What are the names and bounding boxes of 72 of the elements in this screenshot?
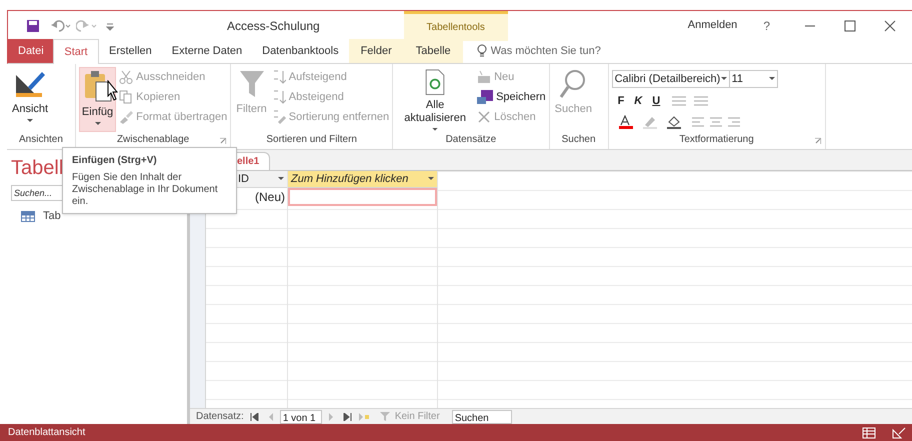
funnel-icon: [238, 69, 265, 99]
undo-icon[interactable]: [50, 18, 72, 32]
contextual-tab-group-label: Tabellentools: [404, 10, 508, 40]
tooltip-title: Einfügen (Strg+V): [72, 154, 158, 168]
ribbon-tab[interactable]: Felder: [348, 39, 404, 63]
clipboard-icon: [82, 70, 113, 102]
ribbon-tab[interactable]: Datei: [8, 39, 53, 63]
scissors-icon: [119, 70, 134, 84]
ribbon-group-label: Datensätze: [446, 133, 496, 147]
sort-descending-icon: [272, 90, 286, 104]
dropdown-caret-icon: [278, 177, 284, 181]
ribbon-group-label: Zwischenablage: [116, 133, 190, 147]
ribbon-tab[interactable]: Erstellen: [99, 39, 162, 63]
dialog-launcher-icon[interactable]: [220, 138, 226, 144]
ribbon-group-label: Sortieren und Filtern: [266, 133, 357, 147]
italic-button[interactable]: K: [634, 93, 642, 110]
dropdown-caret-icon: [428, 177, 434, 181]
bold-button[interactable]: F: [618, 93, 624, 110]
large-button[interactable]: Alle aktualisieren: [396, 67, 474, 132]
ruler-pencil-icon: [14, 69, 46, 99]
ribbon-group-label: Ansichten: [19, 133, 63, 147]
datasheet-view-icon[interactable]: [862, 426, 876, 438]
delete-x-icon: [477, 110, 492, 124]
ribbon-group-label: Suchen: [562, 133, 596, 147]
ribbon-tab[interactable]: Datenbanktools: [252, 39, 349, 63]
magnifier-icon: [559, 69, 588, 99]
refresh-document-icon: [423, 69, 448, 96]
record-label: Datensatz:: [196, 410, 244, 424]
status-text: Datenblattansicht: [8, 426, 86, 440]
tell-me-field[interactable]: Was möchten Sie tun?: [490, 42, 651, 60]
design-view-icon[interactable]: [892, 426, 906, 438]
ribbon-tab[interactable]: Tabelle: [404, 39, 463, 63]
large-button[interactable]: Einfüg: [78, 67, 116, 132]
dropdown-caret-icon: [768, 77, 775, 81]
font-size-field[interactable]: 11: [730, 70, 778, 88]
pane-title: Tabell: [11, 156, 64, 180]
lightbulb-icon: [476, 44, 487, 58]
copy-icon: [119, 90, 134, 104]
close-icon[interactable]: [884, 20, 896, 32]
table-icon: [21, 210, 35, 222]
fill-color-icon[interactable]: [666, 114, 682, 128]
large-button[interactable]: Ansicht: [10, 67, 50, 132]
font-name-field[interactable]: Calibri (Detailbereich): [612, 70, 730, 88]
record-position-field[interactable]: 1 von 1: [280, 410, 322, 424]
redo-icon[interactable]: [76, 18, 98, 32]
window-title: Access-Schulung: [227, 18, 320, 34]
help-button[interactable]: ?: [763, 16, 770, 34]
filter-off-icon: [380, 412, 392, 422]
ribbon-tab[interactable]: Externe Daten: [162, 39, 252, 63]
new-record-field[interactable]: [288, 188, 437, 206]
sort-ascending-icon: [272, 70, 286, 84]
indent-icons[interactable]: [670, 95, 710, 108]
new-record-icon: [477, 70, 492, 84]
maximize-icon[interactable]: [844, 20, 856, 32]
ribbon-tab[interactable]: Start: [53, 39, 99, 64]
column-header[interactable]: Zum Hinzufügen klicken: [288, 171, 437, 188]
dropdown-caret-icon: [720, 77, 727, 81]
align-icons[interactable]: [690, 116, 740, 128]
brush-icon: [119, 110, 134, 124]
sort-clear-icon: [272, 110, 286, 124]
save-icon[interactable]: [26, 18, 40, 32]
record-search-field[interactable]: Suchen: [452, 410, 512, 424]
dialog-launcher-icon[interactable]: [814, 138, 821, 144]
ribbon-group-label: Textformatierung: [679, 133, 754, 147]
sign-in-link[interactable]: Anmelden: [688, 17, 738, 34]
highlight-icon[interactable]: [642, 114, 658, 128]
ribbon-command[interactable]: Speichern: [477, 89, 546, 105]
customize-menu-icon[interactable]: [106, 20, 114, 30]
document-tab[interactable]: elle1: [234, 152, 270, 170]
save-icon: [477, 90, 494, 104]
underline-button[interactable]: U: [652, 93, 660, 110]
font-color-icon[interactable]: [618, 114, 634, 128]
